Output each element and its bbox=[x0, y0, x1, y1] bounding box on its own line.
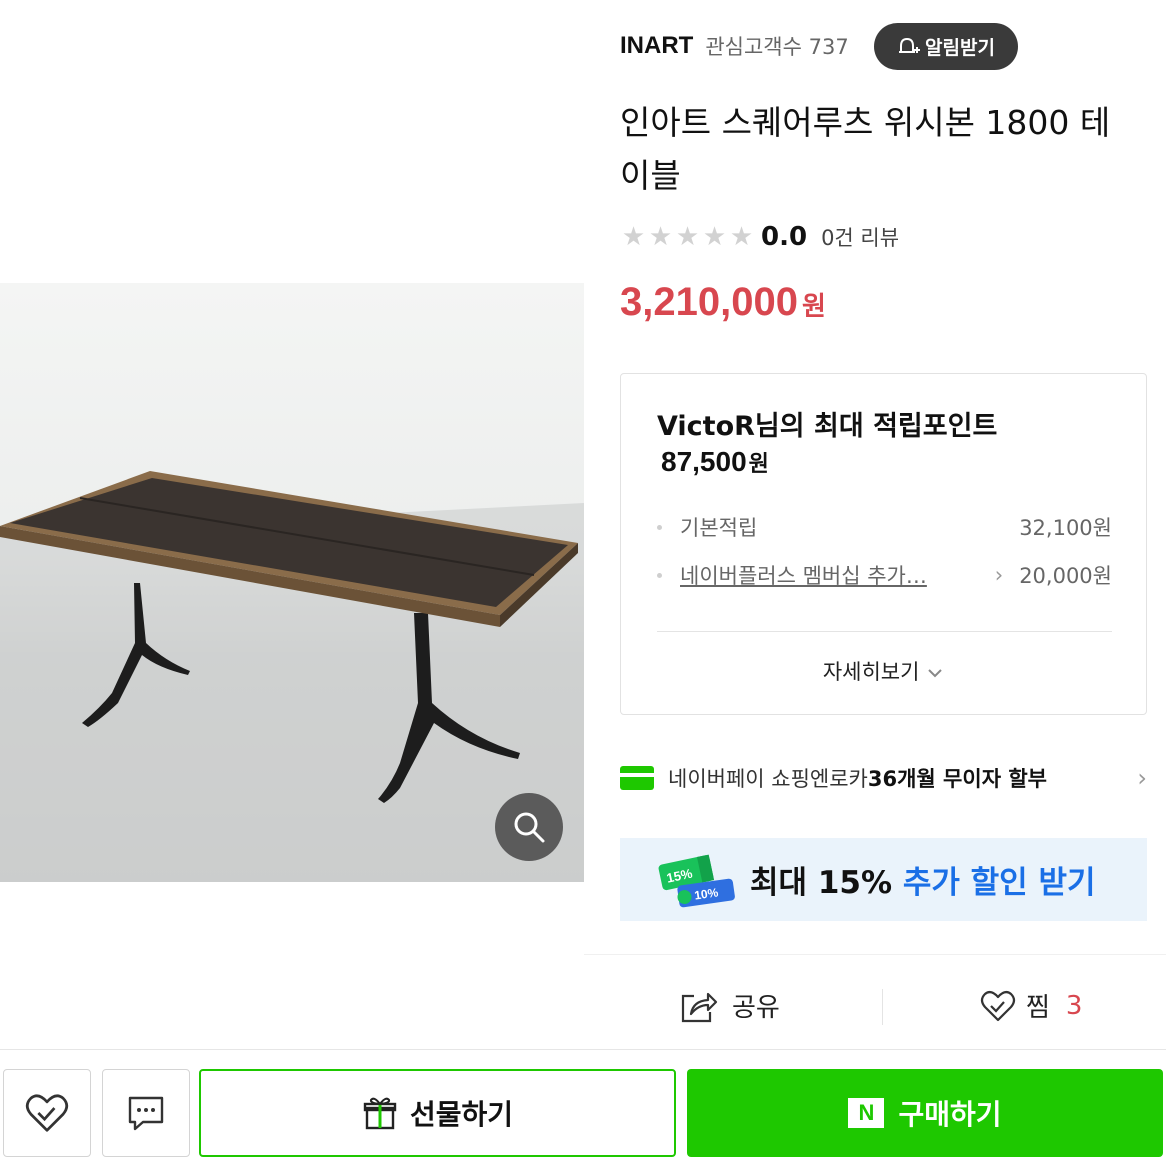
points-box: VictoR님의 최대 적립포인트 87,500 원 기본적립 32,100원 … bbox=[620, 373, 1147, 715]
store-name[interactable]: INART bbox=[620, 32, 693, 60]
divider bbox=[657, 631, 1112, 632]
talk-button[interactable] bbox=[102, 1069, 190, 1157]
price-value: 3,210,000 bbox=[620, 280, 798, 324]
like-button[interactable]: 찜 3 bbox=[980, 987, 1082, 1024]
points-row-value: 20,000원 bbox=[1019, 564, 1112, 588]
table-photo bbox=[0, 471, 584, 882]
rating-stars: ★ ★ ★ ★ ★ bbox=[620, 224, 755, 250]
zoom-button[interactable] bbox=[495, 793, 563, 861]
chevron-down-icon bbox=[928, 669, 942, 678]
price: 3,210,000 원 bbox=[620, 280, 826, 325]
wishlist-button[interactable] bbox=[3, 1069, 91, 1157]
points-row-value: 32,100원 bbox=[1019, 516, 1112, 540]
points-title: VictoR님의 최대 적립포인트 bbox=[657, 411, 998, 442]
points-total-value: 87,500 bbox=[661, 446, 747, 477]
share-button[interactable]: 공유 bbox=[680, 987, 780, 1024]
gift-button[interactable]: 선물하기 bbox=[199, 1069, 676, 1157]
detail-link[interactable]: 자세히보기 bbox=[621, 656, 1146, 686]
bottom-action-bar: 선물하기 N 구매하기 bbox=[0, 1049, 1166, 1166]
chat-icon bbox=[128, 1096, 164, 1131]
star-icon: ★ bbox=[702, 222, 727, 252]
zoom-icon bbox=[514, 812, 545, 843]
gift-icon bbox=[363, 1097, 397, 1130]
price-unit: 원 bbox=[801, 292, 826, 322]
rating-score: 0.0 bbox=[761, 222, 808, 252]
points-total: 87,500 원 bbox=[661, 446, 769, 478]
coupon-banner[interactable]: 15% 10% 최대 15% 추가 할인 받기 bbox=[620, 838, 1147, 921]
bell-plus-icon bbox=[899, 37, 921, 53]
bullet-icon bbox=[657, 524, 662, 530]
chevron-right-icon: › bbox=[1137, 764, 1147, 792]
heart-icon bbox=[25, 1094, 69, 1132]
buy-button[interactable]: N 구매하기 bbox=[687, 1069, 1163, 1157]
points-row-label[interactable]: 네이버플러스 멤버십 추가… bbox=[680, 560, 985, 590]
points-row-label: 기본적립 bbox=[680, 516, 758, 540]
coupon-text-prefix: 최대 15% bbox=[750, 865, 903, 901]
like-label: 찜 bbox=[1026, 993, 1050, 1023]
star-icon: ★ bbox=[648, 222, 673, 252]
alarm-button-label: 알림받기 bbox=[925, 37, 995, 59]
points-row-membership[interactable]: 네이버플러스 멤버십 추가… › 20,000원 bbox=[657, 560, 1112, 590]
points-total-unit: 원 bbox=[748, 452, 769, 477]
review-count[interactable]: 0건 리뷰 bbox=[821, 222, 899, 252]
star-icon: ★ bbox=[621, 222, 646, 252]
bullet-icon bbox=[657, 572, 662, 578]
share-label: 공유 bbox=[732, 993, 780, 1023]
heart-icon bbox=[980, 990, 1016, 1021]
share-icon bbox=[681, 992, 718, 1022]
product-image[interactable] bbox=[0, 283, 584, 882]
detail-link-label: 자세히보기 bbox=[822, 660, 920, 684]
card-icon bbox=[620, 766, 654, 790]
star-icon: ★ bbox=[675, 222, 700, 252]
rating-row[interactable]: ★ ★ ★ ★ ★ 0.0 0건 리뷰 bbox=[620, 220, 899, 254]
fans-count: 관심고객수 737 bbox=[705, 35, 849, 59]
divider bbox=[882, 989, 883, 1025]
product-title: 인아트 스퀘어루츠 위시본 1800 테이블 bbox=[620, 103, 1111, 195]
coupon-ticket-icon: 15% 10% bbox=[658, 854, 735, 907]
store-header: INART 관심고객수 737 bbox=[620, 24, 849, 68]
buy-button-label: 구매하기 bbox=[898, 1098, 1002, 1131]
coupon-text-highlight: 추가 할인 받기 bbox=[902, 865, 1096, 901]
alarm-button[interactable]: 알림받기 bbox=[874, 23, 1018, 70]
like-count: 3 bbox=[1065, 990, 1083, 1021]
points-row-basic: 기본적립 32,100원 bbox=[657, 512, 1112, 542]
installment-prefix: 네이버페이 쇼핑엔로카 bbox=[668, 767, 868, 791]
installment-row[interactable]: 네이버페이 쇼핑엔로카 36개월 무이자 할부 › bbox=[620, 760, 1147, 796]
installment-highlight: 36개월 무이자 할부 bbox=[867, 767, 1047, 791]
naver-n-icon: N bbox=[848, 1098, 885, 1128]
gift-button-label: 선물하기 bbox=[409, 1098, 514, 1131]
chevron-right-icon: › bbox=[994, 563, 1004, 587]
star-icon: ★ bbox=[729, 222, 754, 252]
coupon-text: 최대 15% 추가 할인 받기 bbox=[750, 857, 1096, 902]
share-like-row: 공유 찜 3 bbox=[584, 954, 1166, 1048]
